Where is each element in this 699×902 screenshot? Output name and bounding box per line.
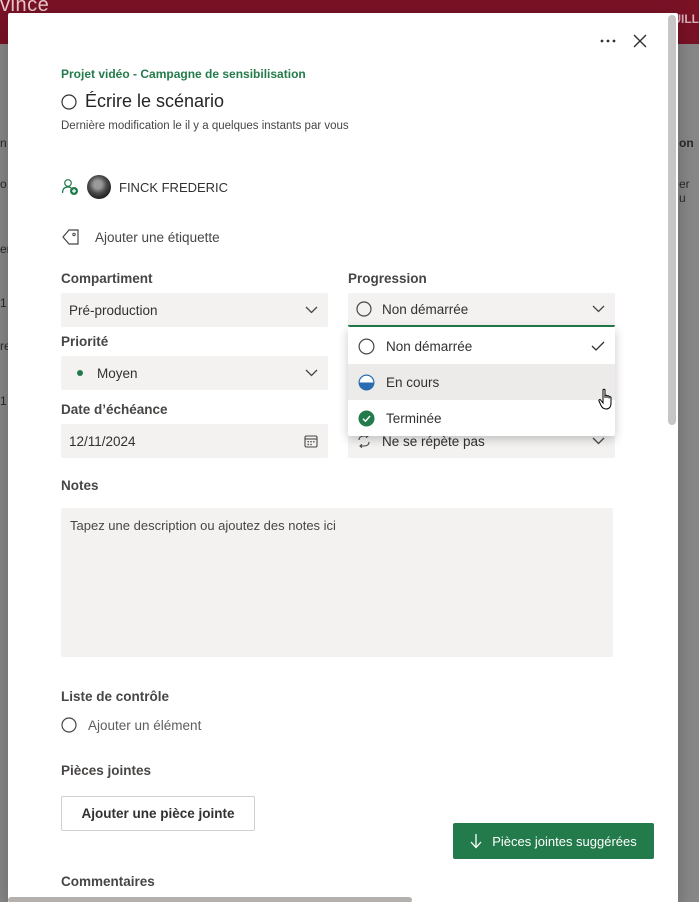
progress-option-not-started[interactable]: Non démarrée <box>348 328 615 364</box>
add-label-text: Ajouter une étiquette <box>95 229 220 245</box>
medium-priority-dot-icon <box>77 370 83 376</box>
suggested-attachments-text: Pièces jointes suggérées <box>492 833 637 849</box>
task-title[interactable]: Écrire le scénario <box>85 91 224 112</box>
progress-dropdown-menu: Non démarrée En cours Terminée <box>348 327 615 436</box>
notes-placeholder: Tapez une description ou ajoutez des not… <box>70 518 336 533</box>
checklist-label: Liste de contrôle <box>61 689 170 704</box>
not-started-circle-icon <box>356 301 372 317</box>
notes-textarea[interactable]: Tapez une description ou ajoutez des not… <box>61 508 613 657</box>
progress-option-label: Terminée <box>386 410 442 426</box>
progress-option-label: En cours <box>386 374 440 390</box>
comments-label: Commentaires <box>61 874 155 889</box>
complete-task-circle-icon[interactable] <box>61 93 77 110</box>
task-title-row: Écrire le scénario <box>61 91 224 112</box>
vertical-scrollbar[interactable] <box>668 15 676 425</box>
completed-check-circle-icon <box>358 410 375 426</box>
more-icon <box>600 39 616 43</box>
add-attachment-button[interactable]: Ajouter une pièce jointe <box>61 796 255 831</box>
background-right-column <box>677 44 699 902</box>
in-progress-half-circle-icon <box>358 373 375 391</box>
checklist-circle-icon <box>61 717 77 733</box>
bg-fragment: 1 <box>0 394 7 408</box>
last-modified-text: Dernière modification le il y a quelques… <box>61 120 349 132</box>
attachments-label: Pièces jointes <box>61 763 152 778</box>
progress-option-label: Non démarrée <box>386 338 473 354</box>
progress-label: Progression <box>348 271 427 286</box>
arrow-down-icon <box>470 834 482 849</box>
suggested-attachments-button[interactable]: Pièces jointes suggérées <box>453 823 654 859</box>
close-icon <box>633 34 647 48</box>
tag-icon <box>62 229 79 245</box>
bucket-value: Pré-production <box>69 302 158 318</box>
priority-value: Moyen <box>97 365 138 381</box>
assignee-name: FINCK FREDERIC <box>119 179 229 195</box>
bucket-label: Compartiment <box>61 271 153 286</box>
chevron-down-icon <box>592 437 605 445</box>
task-details-dialog: Projet vidéo - Campagne de sensibilisati… <box>8 13 678 902</box>
bg-fragment: o <box>0 177 7 191</box>
assignees-row: FINCK FREDERIC <box>61 173 228 201</box>
close-button[interactable] <box>626 27 654 55</box>
checkmark-icon <box>591 341 605 351</box>
due-date-input[interactable]: 12/11/2024 <box>61 424 328 458</box>
due-date-label: Date d’échéance <box>61 402 168 417</box>
calendar-icon[interactable] <box>304 434 318 448</box>
priority-select[interactable]: Moyen <box>61 356 328 390</box>
project-name[interactable]: Projet vidéo - Campagne de sensibilisati… <box>61 67 306 81</box>
bg-fragment: 1 <box>0 296 7 310</box>
progress-select[interactable]: Non démarrée <box>348 293 615 327</box>
add-checklist-item-text: Ajouter un élément <box>88 717 202 733</box>
due-date-value: 12/11/2024 <box>69 433 136 449</box>
repeat-icon <box>358 434 370 448</box>
notes-label: Notes <box>61 478 99 493</box>
hand-cursor-icon <box>598 388 612 410</box>
bg-fragment: on <box>679 136 694 150</box>
add-label-button[interactable]: Ajouter une étiquette <box>61 227 220 247</box>
avatar[interactable] <box>87 175 111 199</box>
chevron-down-icon <box>305 306 318 314</box>
progress-option-completed[interactable]: Terminée <box>348 400 615 436</box>
progress-value: Non démarrée <box>382 301 469 317</box>
add-checklist-item[interactable]: Ajouter un élément <box>61 717 201 733</box>
bg-fragment: er u <box>679 177 690 205</box>
horizontal-scrollbar[interactable] <box>8 897 412 902</box>
chevron-down-icon <box>305 369 318 377</box>
chevron-down-icon <box>592 305 605 313</box>
not-started-circle-icon <box>358 337 375 355</box>
bg-fragment: n <box>0 136 7 150</box>
priority-label: Priorité <box>61 334 109 349</box>
bucket-select[interactable]: Pré-production <box>61 293 328 327</box>
more-options-button[interactable] <box>594 27 622 55</box>
progress-option-in-progress[interactable]: En cours <box>348 364 615 400</box>
add-assignee-icon[interactable] <box>61 178 79 196</box>
